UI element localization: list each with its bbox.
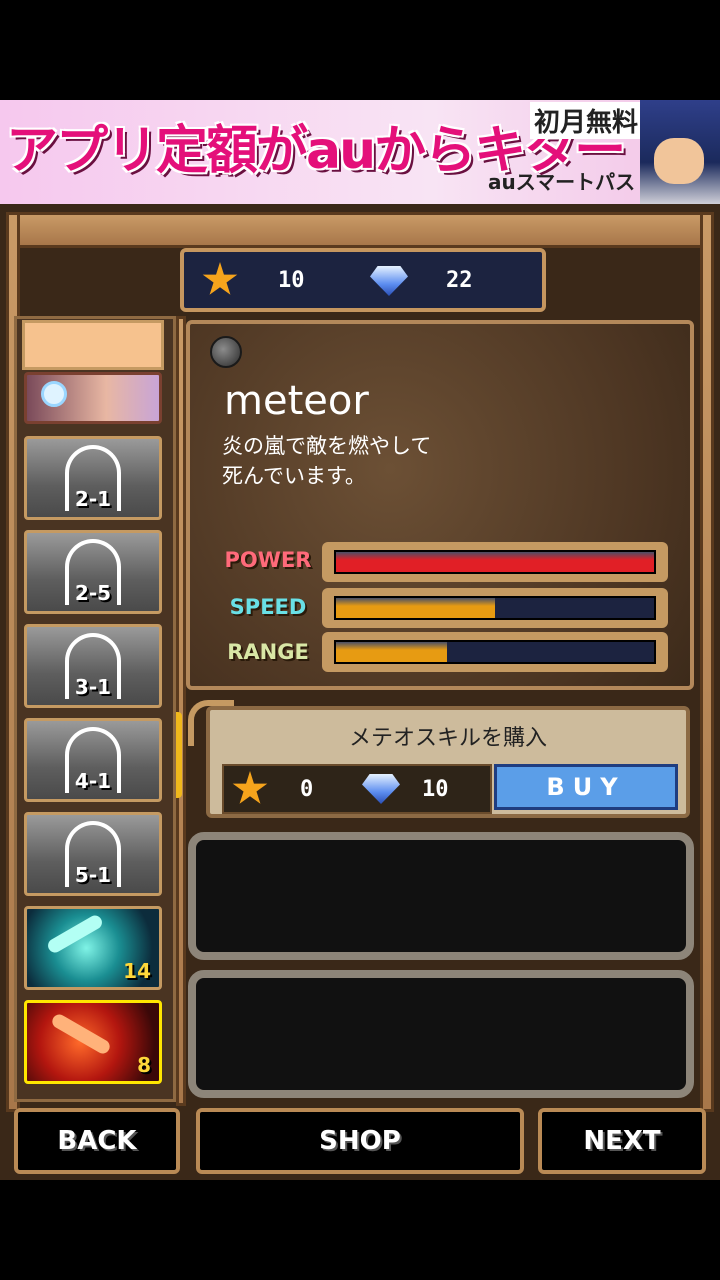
- ad-mascot-image: [640, 100, 720, 204]
- character-slot[interactable]: [24, 372, 162, 424]
- unlock-level-label: 2-5: [74, 581, 112, 605]
- locked-slot[interactable]: 5-1: [24, 812, 162, 896]
- shop-button[interactable]: SHOP: [196, 1108, 524, 1174]
- locked-slot[interactable]: 4-1: [24, 718, 162, 802]
- skill-description-line2: 死んでいます。: [222, 464, 366, 488]
- gem-cost: 10: [422, 777, 449, 802]
- currency-bar: 10 22: [180, 248, 546, 312]
- magnifier-icon: [41, 381, 67, 407]
- star-icon: [202, 262, 238, 295]
- purchase-title: メテオスキルを購入: [348, 726, 547, 751]
- star-cost: 0: [300, 777, 314, 802]
- meteor-streak-icon: [49, 1011, 113, 1057]
- gem-icon: [362, 774, 400, 804]
- speed-label: SPEED: [229, 595, 307, 619]
- ad-subtitle: auスマートパス: [488, 170, 636, 194]
- ad-banner[interactable]: アプリ定額がauからキター 初月無料 auスマートパス: [0, 100, 720, 204]
- skill-count: 14: [123, 959, 151, 983]
- locked-slot[interactable]: 2-5: [24, 530, 162, 614]
- ad-badge: 初月無料: [530, 102, 643, 139]
- empty-slot-panel: [188, 832, 694, 960]
- range-bar-fill: [336, 642, 448, 662]
- star-icon: [232, 771, 268, 804]
- gem-count: 22: [446, 268, 473, 293]
- frame-right-border: [700, 212, 714, 1112]
- back-button[interactable]: BACK: [14, 1108, 180, 1174]
- unlock-level-label: 5-1: [74, 863, 112, 887]
- speed-bar-fill: [336, 598, 495, 618]
- skill-slot-ice[interactable]: 14: [24, 906, 162, 990]
- list-header-tab: [22, 320, 164, 370]
- frame-divider: [176, 316, 186, 1106]
- unlock-level-label: 3-1: [74, 675, 112, 699]
- range-bar: [322, 632, 668, 672]
- skill-slot-meteor-selected[interactable]: 8: [24, 1000, 162, 1084]
- cost-box: 0 10: [222, 764, 492, 814]
- unlock-level-label: 2-1: [74, 487, 112, 511]
- locked-slot[interactable]: 3-1: [24, 624, 162, 708]
- unlock-level-label: 4-1: [74, 769, 112, 793]
- buy-button[interactable]: BUY: [494, 764, 678, 810]
- ice-shard-icon: [45, 912, 105, 956]
- star-count: 10: [278, 268, 305, 293]
- power-bar: [322, 542, 668, 582]
- speed-bar: [322, 588, 668, 628]
- skill-description-line1: 炎の嵐で敵を燃やして: [222, 434, 432, 458]
- skill-name: meteor: [224, 378, 369, 424]
- gem-icon: [370, 266, 408, 296]
- bolt-icon: [210, 336, 242, 368]
- range-label: RANGE: [227, 640, 309, 664]
- power-bar-fill: [336, 552, 654, 572]
- frame-top-ornament: [6, 212, 714, 248]
- locked-slot[interactable]: 2-1: [24, 436, 162, 520]
- empty-slot-panel: [188, 970, 694, 1098]
- next-button[interactable]: NEXT: [538, 1108, 706, 1174]
- skill-count: 8: [137, 1053, 151, 1077]
- power-label: POWER: [224, 548, 312, 572]
